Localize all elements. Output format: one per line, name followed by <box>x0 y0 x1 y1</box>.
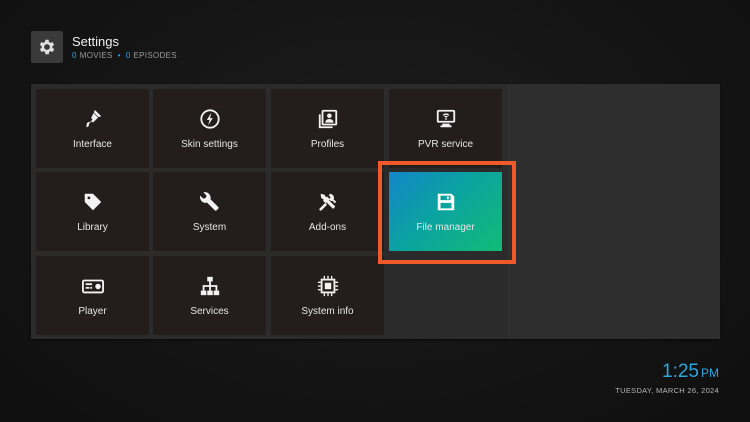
time-ampm: PM <box>701 366 719 380</box>
tile-system[interactable]: System <box>153 172 266 251</box>
tile-player[interactable]: Player <box>36 256 149 335</box>
movies-count: 0 <box>72 51 77 60</box>
settings-screen: Settings 0 MOVIES • 0 EPISODES Interface <box>0 0 750 422</box>
clock-date: TUESDAY, MARCH 26, 2024 <box>615 386 719 395</box>
movies-label: MOVIES <box>79 51 113 60</box>
player-icon <box>81 274 105 298</box>
clock-time: 1:25 PM <box>615 362 719 383</box>
header-text: Settings 0 MOVIES • 0 EPISODES <box>72 34 177 60</box>
tile-label: Library <box>77 222 108 233</box>
library-counts: 0 MOVIES • 0 EPISODES <box>72 51 177 60</box>
separator-dot: • <box>117 51 121 60</box>
tile-system-info[interactable]: System info <box>271 256 384 335</box>
tile-label: Profiles <box>310 139 345 150</box>
paintbrush-icon <box>81 107 105 131</box>
tile-label: Skin settings <box>181 139 238 150</box>
episodes-count: 0 <box>125 51 131 60</box>
wrench-icon <box>198 190 222 214</box>
time-value: 1:25 <box>662 361 699 382</box>
tile-interface[interactable]: Interface <box>36 89 149 168</box>
clock: 1:25 PM TUESDAY, MARCH 26, 2024 <box>615 362 719 396</box>
tile-pvr-service[interactable]: PVR service <box>389 89 502 168</box>
tile-library[interactable]: Library <box>36 172 149 251</box>
tile-skin-settings[interactable]: Skin settings <box>153 89 266 168</box>
episodes-label: EPISODES <box>133 51 177 60</box>
tile-profiles[interactable]: Profiles <box>271 89 384 168</box>
tile-label: System info <box>301 306 354 317</box>
tile-label: Add-ons <box>308 222 347 233</box>
network-icon <box>198 274 222 298</box>
page-title: Settings <box>72 34 119 49</box>
pvr-icon <box>434 107 458 131</box>
tag-icon <box>81 190 105 214</box>
tile-label: PVR service <box>417 139 473 150</box>
tile-label: Interface <box>73 139 112 150</box>
tile-label: Player <box>78 306 107 317</box>
profiles-icon <box>316 107 340 131</box>
page-header: Settings 0 MOVIES • 0 EPISODES <box>31 31 177 63</box>
gear-icon[interactable] <box>31 31 63 63</box>
skin-icon <box>198 107 222 131</box>
tile-services[interactable]: Services <box>153 256 266 335</box>
tools-icon <box>316 190 340 214</box>
cpu-icon <box>316 274 340 298</box>
side-pane <box>508 84 720 339</box>
tile-label: System <box>192 222 227 233</box>
tile-label: Services <box>190 306 229 317</box>
tile-add-ons[interactable]: Add-ons <box>271 172 384 251</box>
highlight-box <box>378 161 516 264</box>
